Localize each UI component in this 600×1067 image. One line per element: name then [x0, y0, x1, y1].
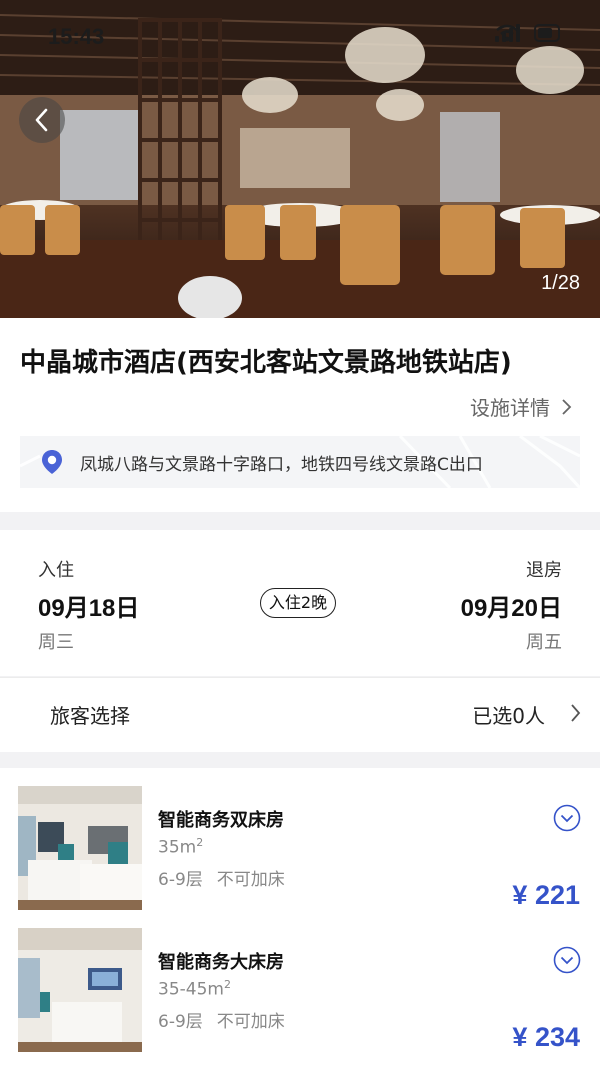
room-name: 智能商务大床房 — [158, 952, 284, 973]
chevron-right-icon — [562, 398, 572, 415]
address-bar[interactable]: 凤城八路与文景路十字路口，地铁四号线文景路C出口 — [20, 436, 580, 488]
status-bar: 15:43 — [0, 0, 600, 70]
room-size: 35m2 — [158, 836, 204, 858]
hotel-address: 凤城八路与文景路十字路口，地铁四号线文景路C出口 — [80, 455, 483, 475]
location-pin-icon — [42, 450, 62, 474]
back-button[interactable] — [19, 97, 65, 143]
checkout-date[interactable]: 09月20日 — [461, 588, 562, 623]
hotel-photo-gallery[interactable]: 15:43 1/28 — [0, 0, 600, 318]
room-extra-bed: 不可加床 — [216, 1012, 285, 1032]
guest-selector[interactable]: 旅客选择 已选0人 — [0, 677, 600, 752]
hotel-name: 中晶城市酒店(西安北客站文景路地铁站店) — [20, 348, 512, 378]
room-price: ¥ 234 — [512, 1022, 580, 1052]
checkin-weekday: 周三 — [38, 632, 74, 653]
room-floor: 6-9层 — [158, 1012, 203, 1032]
room-floor-info: 6-9层 不可加床 — [158, 865, 285, 890]
checkin-label: 入住 — [38, 560, 74, 581]
nights-badge: 入住2晚 — [260, 588, 336, 618]
hotel-info-card: 中晶城市酒店(西安北客站文景路地铁站店) 设施详情 凤城八路与文景路十字路口，地… — [0, 318, 600, 512]
back-arrow-icon — [35, 108, 48, 132]
room-list: 智能商务双床房 35m2 6-9层 不可加床 ¥ 221 智能商务大床房 35-4… — [0, 768, 600, 1067]
facility-details-label: 设施详情 — [470, 396, 550, 420]
checkout-weekday: 周五 — [526, 632, 562, 653]
stay-dates-card[interactable]: 入住 09月18日 周三 入住2晚 退房 09月20日 周五 — [0, 530, 600, 676]
chevron-down-circle-icon[interactable] — [553, 946, 581, 974]
room-item[interactable]: 智能商务双床房 35m2 6-9层 不可加床 ¥ 221 — [0, 786, 600, 916]
battery-icon — [534, 24, 560, 42]
room-name: 智能商务双床房 — [158, 810, 284, 831]
checkin-date[interactable]: 09月18日 — [38, 588, 139, 623]
guest-selector-label: 旅客选择 — [50, 704, 130, 728]
room-item[interactable]: 智能商务大床房 35-45m2 6-9层 不可加床 ¥ 234 — [0, 928, 600, 1058]
room-price: ¥ 221 — [512, 880, 580, 910]
photo-counter: 1/28 — [541, 272, 580, 294]
checkout-label: 退房 — [526, 560, 562, 581]
room-floor-info: 6-9层 不可加床 — [158, 1007, 285, 1032]
room-photo[interactable] — [18, 786, 142, 910]
room-size: 35-45m2 — [158, 978, 231, 1000]
chevron-right-icon — [571, 704, 581, 722]
room-floor: 6-9层 — [158, 870, 203, 890]
guest-selector-value: 已选0人 — [472, 704, 545, 728]
wifi-icon — [496, 24, 518, 42]
facility-details-link[interactable]: 设施详情 — [470, 392, 572, 421]
status-time: 15:43 — [48, 24, 105, 49]
room-extra-bed: 不可加床 — [216, 870, 285, 890]
room-photo[interactable] — [18, 928, 142, 1052]
chevron-down-circle-icon[interactable] — [553, 804, 581, 832]
